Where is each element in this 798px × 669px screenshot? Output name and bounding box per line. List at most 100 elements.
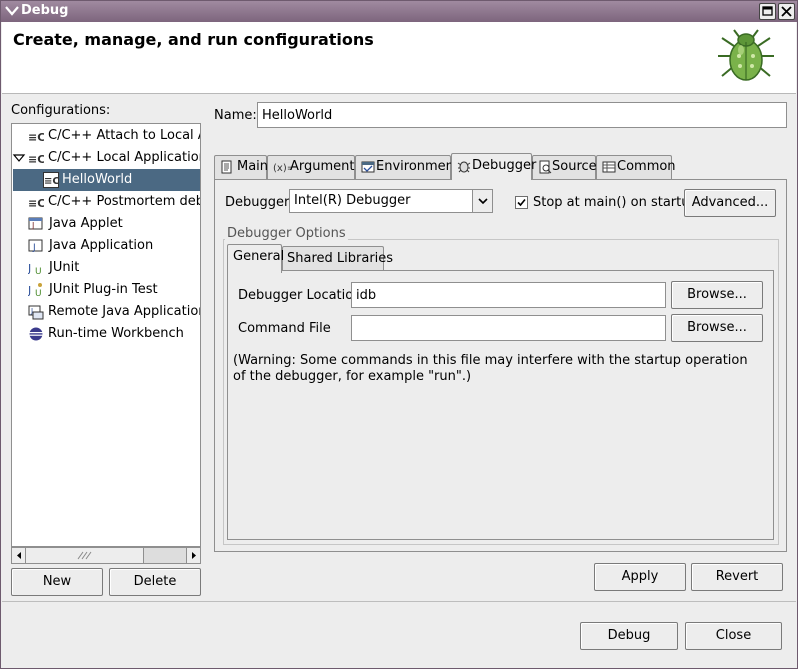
tab-label: Main bbox=[237, 159, 269, 174]
tree-item-label: C/C++ Attach to Local Ap bbox=[48, 128, 201, 143]
tab-source[interactable]: Source bbox=[532, 155, 597, 179]
debug-bug-icon bbox=[714, 26, 780, 94]
stop-at-main-checkbox[interactable] bbox=[515, 196, 528, 209]
tab-arguments[interactable]: (x)= Arguments bbox=[267, 155, 361, 179]
tree-item-label: JUnit Plug-in Test bbox=[49, 282, 158, 297]
cpp-config-icon: ≡C bbox=[28, 194, 45, 210]
tab-label: Debugger bbox=[472, 158, 537, 173]
advanced-button[interactable]: Advanced... bbox=[684, 189, 776, 217]
apply-button[interactable]: Apply bbox=[594, 563, 686, 591]
debugger-location-label: Debugger Location bbox=[238, 288, 362, 303]
svg-text:J: J bbox=[31, 221, 34, 230]
tree-item-junit-plugin-test[interactable]: JU JUnit Plug-in Test bbox=[12, 279, 200, 301]
tab-main[interactable]: Main bbox=[214, 155, 269, 179]
tree-item-label: Remote Java Application bbox=[48, 304, 201, 319]
cpp-config-icon: ≡C bbox=[43, 172, 60, 188]
tree-item-label: Run-time Workbench bbox=[48, 326, 184, 341]
debugger-select[interactable]: Intel(R) Debugger bbox=[289, 189, 493, 213]
java-applet-icon: J bbox=[28, 216, 44, 232]
debugger-select-value: Intel(R) Debugger bbox=[294, 193, 411, 208]
close-button[interactable]: Close bbox=[685, 622, 782, 650]
java-application-icon: J bbox=[28, 238, 44, 254]
stop-at-main-label: Stop at main() on startup bbox=[533, 195, 698, 210]
dialog-header: Create, manage, and run configurations bbox=[2, 22, 796, 94]
debugger-label: Debugger: bbox=[225, 195, 294, 210]
cpp-config-icon: ≡C bbox=[28, 128, 45, 144]
scroll-thumb[interactable] bbox=[26, 548, 144, 563]
svg-text:U: U bbox=[35, 267, 42, 276]
tab-common[interactable]: Common bbox=[596, 155, 676, 179]
remote-java-icon: J bbox=[28, 304, 44, 320]
subtab-label: Shared Libraries bbox=[287, 251, 394, 266]
browse-command-file-button[interactable]: Browse... bbox=[671, 314, 763, 342]
tree-item-label: Java Applet bbox=[49, 216, 123, 231]
tab-label: Common bbox=[617, 159, 676, 174]
tree-item-label: Java Application bbox=[49, 238, 154, 253]
environment-tab-icon bbox=[361, 160, 375, 174]
source-tab-icon bbox=[538, 160, 552, 174]
svg-text:(x)=: (x)= bbox=[273, 163, 291, 174]
tab-label: Environment bbox=[376, 159, 460, 174]
svg-text:J: J bbox=[30, 307, 33, 315]
junit-plugin-icon: JU bbox=[27, 282, 44, 299]
browse-location-button[interactable]: Browse... bbox=[671, 281, 763, 309]
subtab-shared-libraries[interactable]: Shared Libraries bbox=[282, 246, 393, 272]
tree-item-remote-java-application[interactable]: J Remote Java Application bbox=[12, 301, 200, 323]
maximize-button[interactable] bbox=[759, 3, 776, 20]
main-tab-icon bbox=[220, 160, 234, 174]
tab-environment[interactable]: Environment bbox=[355, 155, 459, 179]
tab-debugger[interactable]: Debugger bbox=[451, 153, 536, 180]
tree-item-label: HelloWorld bbox=[62, 172, 133, 187]
subtab-general[interactable]: General bbox=[227, 244, 285, 273]
tab-label: Arguments bbox=[290, 159, 362, 174]
command-file-field[interactable] bbox=[351, 315, 666, 341]
svg-text:≡C: ≡C bbox=[28, 153, 44, 166]
svg-text:J: J bbox=[28, 284, 31, 297]
tree-item-label: JUnit bbox=[49, 260, 80, 275]
configurations-label: Configurations: bbox=[11, 103, 111, 118]
chevron-down-icon[interactable] bbox=[472, 190, 492, 212]
command-file-warning: (Warning: Some commands in this file may… bbox=[233, 353, 748, 384]
dialog-heading: Create, manage, and run configurations bbox=[13, 30, 374, 49]
window-title: Debug bbox=[21, 3, 69, 18]
tree-item-runtime-workbench[interactable]: Run-time Workbench bbox=[12, 323, 200, 345]
command-file-label: Command File bbox=[238, 321, 331, 336]
svg-text:J: J bbox=[28, 262, 31, 275]
svg-text:U: U bbox=[35, 289, 42, 298]
scroll-left-arrow-icon[interactable] bbox=[12, 548, 26, 563]
tree-item-java-applet[interactable]: J Java Applet bbox=[12, 213, 200, 235]
tree-item-junit[interactable]: JU JUnit bbox=[12, 257, 200, 279]
common-tab-icon bbox=[602, 160, 616, 174]
debugger-options-label: Debugger Options bbox=[225, 226, 348, 241]
debug-dialog: Debug Create, manage, and run configurat… bbox=[0, 0, 798, 669]
svg-text:≡C: ≡C bbox=[28, 131, 44, 144]
tree-item-label: C/C++ Local Application bbox=[48, 150, 201, 165]
configurations-tree[interactable]: ≡C C/C++ Attach to Local Ap ≡C C/C++ Loc… bbox=[11, 123, 201, 547]
cpp-config-icon: ≡C bbox=[28, 150, 45, 166]
tree-item-cpp-attach-local[interactable]: ≡C C/C++ Attach to Local Ap bbox=[12, 125, 200, 147]
tree-item-helloworld[interactable]: ≡C HelloWorld bbox=[13, 169, 200, 191]
tab-label: Source bbox=[552, 159, 597, 174]
new-button[interactable]: New bbox=[11, 568, 103, 596]
arguments-tab-icon: (x)= bbox=[273, 160, 295, 174]
debugger-location-field[interactable] bbox=[351, 282, 666, 308]
tree-item-cpp-postmortem[interactable]: ≡C C/C++ Postmortem debug bbox=[12, 191, 200, 213]
tree-item-cpp-local-application[interactable]: ≡C C/C++ Local Application bbox=[12, 147, 200, 169]
tree-item-java-application[interactable]: J Java Application bbox=[12, 235, 200, 257]
name-label: Name: bbox=[214, 108, 257, 123]
name-field[interactable] bbox=[257, 102, 787, 128]
debugger-tab-icon bbox=[457, 159, 471, 173]
expand-triangle-icon[interactable] bbox=[12, 150, 28, 166]
footer-divider bbox=[2, 601, 796, 602]
svg-text:J: J bbox=[32, 243, 36, 253]
window-menu-icon[interactable] bbox=[3, 2, 21, 20]
debug-button[interactable]: Debug bbox=[580, 622, 678, 650]
close-window-button[interactable] bbox=[778, 3, 795, 20]
junit-icon: JU bbox=[27, 260, 44, 277]
tree-horizontal-scrollbar[interactable] bbox=[11, 547, 201, 564]
title-bar: Debug bbox=[1, 1, 797, 22]
scroll-right-arrow-icon[interactable] bbox=[186, 548, 200, 563]
revert-button[interactable]: Revert bbox=[691, 563, 783, 591]
subtab-label: General bbox=[233, 249, 285, 264]
delete-button[interactable]: Delete bbox=[109, 568, 201, 596]
